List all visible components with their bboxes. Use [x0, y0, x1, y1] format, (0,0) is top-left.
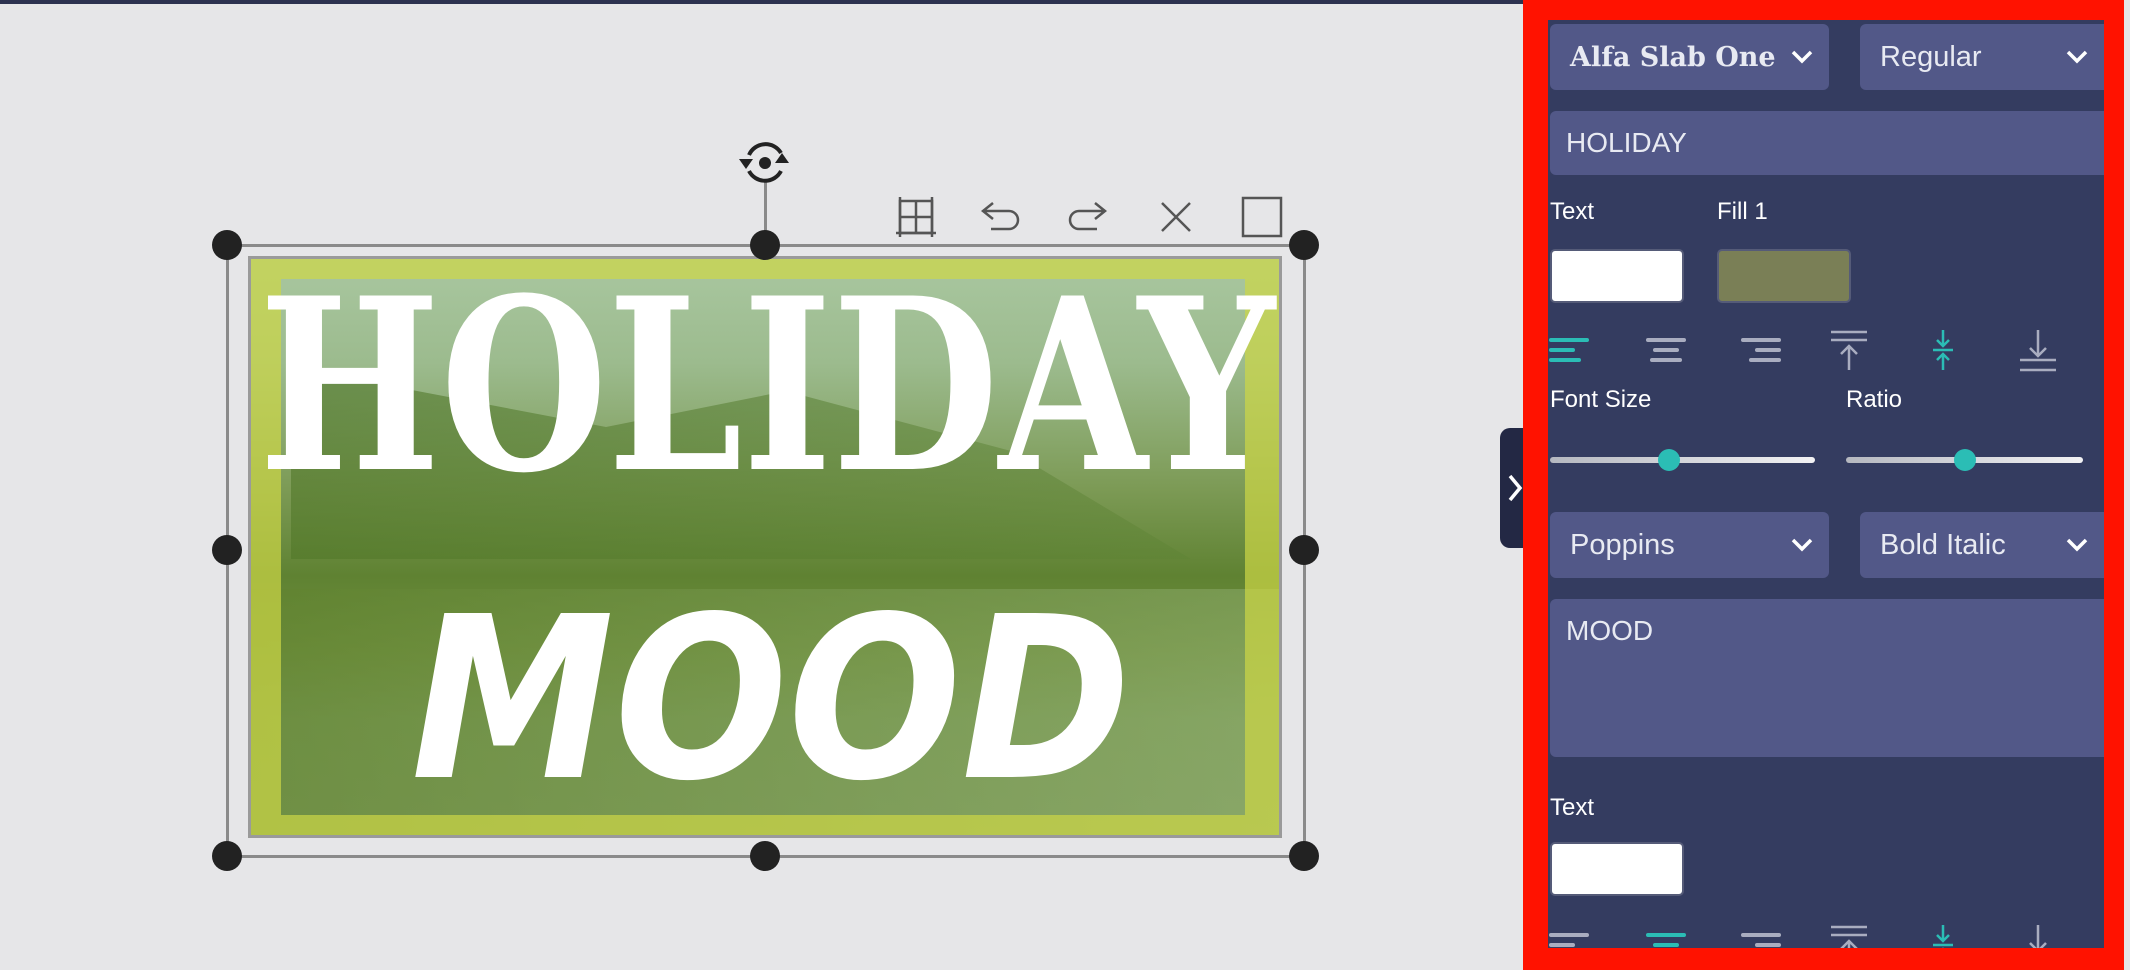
- text-color-label: Text: [1550, 794, 1595, 821]
- resize-handle-ne[interactable]: [1289, 230, 1319, 260]
- resize-handle-s[interactable]: [750, 841, 780, 871]
- font-size-slider[interactable]: [1550, 449, 1815, 471]
- font-family-value: Alfa Slab One: [1570, 41, 1776, 73]
- text-properties-panel: Alfa Slab One Regular HOLIDAY Text Fill …: [1523, 0, 2124, 970]
- chevron-down-icon: [2066, 50, 2088, 64]
- resize-handle-nw[interactable]: [212, 230, 242, 260]
- ratio-slider-thumb[interactable]: [1953, 449, 1976, 471]
- text-color-swatch[interactable]: [1550, 842, 1684, 896]
- valign-middle-icon[interactable]: [1921, 923, 1965, 948]
- text-input-2[interactable]: MOOD: [1550, 599, 2104, 757]
- close-icon[interactable]: [1154, 195, 1198, 239]
- fill-color-label: Fill 1: [1717, 198, 1768, 225]
- resize-handle-se[interactable]: [1289, 841, 1319, 871]
- text-color-swatch[interactable]: [1550, 249, 1684, 303]
- rotate-icon[interactable]: [733, 133, 797, 193]
- align-right-icon[interactable]: [1739, 328, 1783, 372]
- resize-handle-e[interactable]: [1289, 535, 1319, 565]
- ratio-slider[interactable]: [1846, 449, 2083, 471]
- font-size-label: Font Size: [1550, 386, 1652, 413]
- valign-bottom-icon[interactable]: [2016, 923, 2060, 948]
- square-icon[interactable]: [1240, 195, 1284, 239]
- valign-bottom-icon[interactable]: [2016, 328, 2060, 372]
- font-size-slider-thumb[interactable]: [1658, 449, 1681, 471]
- align-left-icon[interactable]: [1548, 328, 1591, 372]
- font-style-select-1[interactable]: Regular: [1860, 24, 2104, 90]
- chevron-down-icon: [1791, 50, 1813, 64]
- font-family-select-1[interactable]: Alfa Slab One: [1550, 24, 1829, 90]
- grid-icon[interactable]: [894, 195, 938, 239]
- fill-color-swatch[interactable]: [1717, 249, 1851, 303]
- valign-top-icon[interactable]: [1827, 328, 1871, 372]
- chevron-down-icon: [1791, 538, 1813, 552]
- align-left-icon[interactable]: [1548, 923, 1591, 948]
- font-style-value: Bold Italic: [1880, 528, 2006, 561]
- text-layers: HOLIDAY MOOD: [259, 259, 1277, 831]
- chevron-down-icon: [2066, 538, 2088, 552]
- ratio-label: Ratio: [1846, 386, 1903, 413]
- design-image[interactable]: HOLIDAY MOOD: [248, 256, 1282, 838]
- subline-text[interactable]: MOOD: [411, 569, 1131, 831]
- resize-handle-n[interactable]: [750, 230, 780, 260]
- font-style-select-2[interactable]: Bold Italic: [1860, 512, 2104, 578]
- undo-icon[interactable]: [979, 195, 1023, 239]
- valign-middle-icon[interactable]: [1921, 328, 1965, 372]
- top-bar: [0, 0, 1528, 4]
- headline-text[interactable]: HOLIDAY: [259, 259, 1277, 526]
- align-right-icon[interactable]: [1739, 923, 1783, 948]
- align-center-icon[interactable]: [1644, 923, 1688, 948]
- font-style-value: Regular: [1880, 40, 1982, 73]
- align-center-icon[interactable]: [1644, 328, 1688, 372]
- redo-icon[interactable]: [1065, 195, 1109, 239]
- resize-handle-sw[interactable]: [212, 841, 242, 871]
- font-family-select-2[interactable]: Poppins: [1550, 512, 1829, 578]
- resize-handle-w[interactable]: [212, 535, 242, 565]
- text-color-label: Text: [1550, 198, 1595, 225]
- valign-top-icon[interactable]: [1827, 923, 1871, 948]
- font-family-value: Poppins: [1570, 528, 1675, 561]
- text-input-1[interactable]: HOLIDAY: [1550, 111, 2104, 175]
